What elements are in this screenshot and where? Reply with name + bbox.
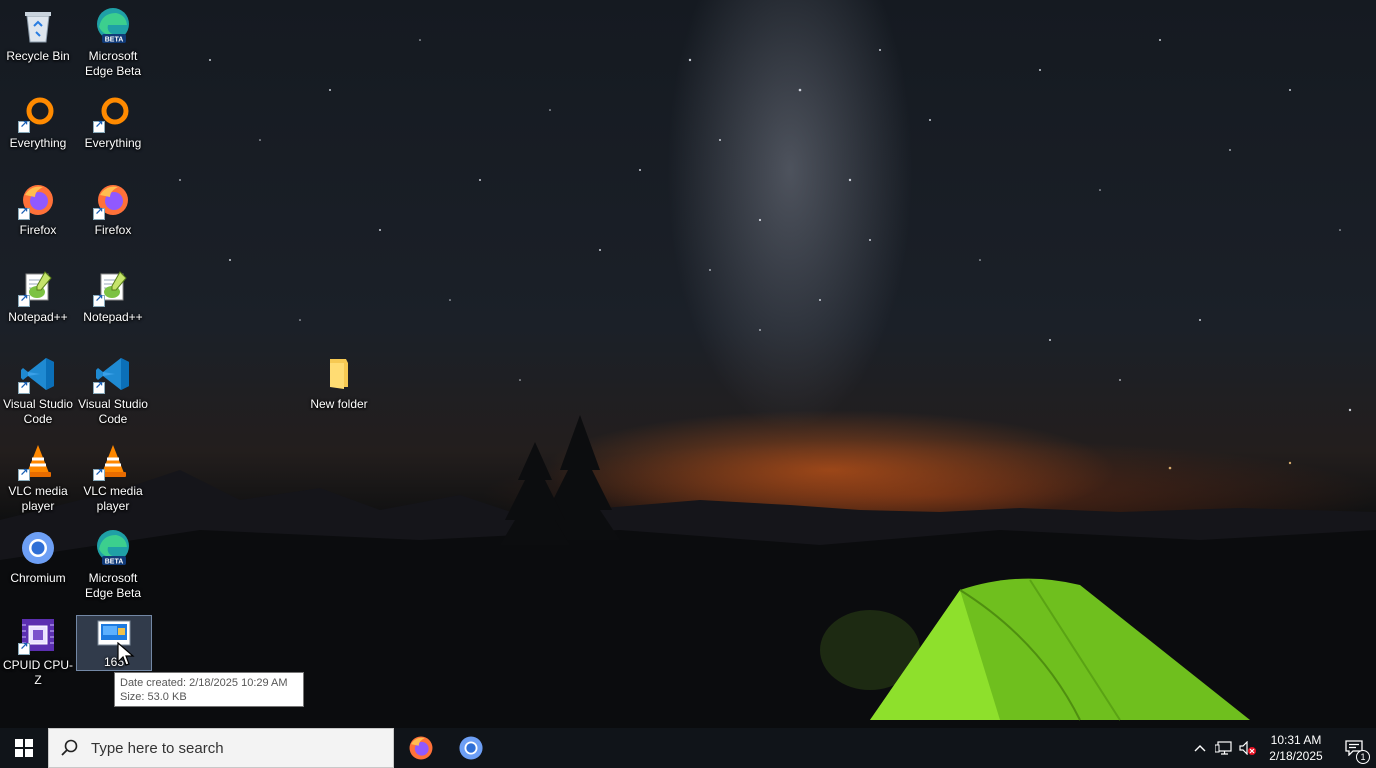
notepadpp-icon	[93, 267, 133, 307]
desktop-icon-label: New folder	[310, 397, 368, 411]
desktop-icon-label: VLC media player	[8, 484, 68, 513]
action-center-button[interactable]: 1	[1332, 728, 1376, 768]
taskbar-chromium-button[interactable]	[446, 728, 496, 768]
desktop-icon-label: VLC media player	[83, 484, 143, 513]
volume-button[interactable]	[1236, 728, 1260, 768]
network-button[interactable]	[1212, 728, 1236, 768]
taskbar-clock[interactable]: 10:31 AM 2/18/2025	[1260, 732, 1332, 764]
search-icon	[61, 739, 78, 756]
desktop-icon-label: Visual Studio Code	[3, 397, 73, 426]
desktop-icon-everything-2[interactable]: Everything	[75, 93, 151, 151]
desktop-icon-label: Recycle Bin	[6, 49, 70, 63]
file-info-tooltip: Date created: 2/18/2025 10:29 AM Size: 5…	[114, 672, 304, 707]
desktop-icon-label: Everything	[84, 136, 142, 150]
firefox-icon	[409, 736, 433, 760]
shortcut-arrow-icon	[18, 293, 30, 307]
shortcut-arrow-icon	[18, 467, 30, 481]
folder-icon	[319, 354, 359, 394]
desktop-icon-notepadpp[interactable]: Notepad++	[0, 267, 76, 325]
mouse-cursor-icon	[117, 641, 135, 673]
start-button[interactable]	[0, 728, 48, 768]
desktop-icon-everything[interactable]: Everything	[0, 93, 76, 151]
desktop-icon-edge-beta[interactable]: BETA Microsoft Edge Beta	[75, 6, 151, 79]
shortcut-arrow-icon	[93, 293, 105, 307]
shortcut-arrow-icon	[93, 467, 105, 481]
clock-date: 2/18/2025	[1269, 749, 1323, 763]
clock-time: 10:31 AM	[1270, 733, 1322, 747]
desktop-icon-label: Notepad++	[8, 310, 68, 324]
desktop-icon-chromium[interactable]: Chromium	[0, 528, 76, 586]
taskbar-search-box[interactable]: Type here to search	[48, 728, 394, 768]
svg-text:BETA: BETA	[105, 37, 124, 44]
chromium-icon	[459, 736, 483, 760]
desktop-wallpaper	[0, 0, 1376, 728]
desktop-icon-label: Microsoft Edge Beta	[84, 49, 142, 78]
firefox-icon	[18, 180, 58, 220]
show-hidden-icons-button[interactable]	[1188, 728, 1212, 768]
svg-text:BETA: BETA	[105, 559, 124, 566]
desktop-icon-new-folder[interactable]: New folder	[301, 354, 377, 412]
desktop-icon-firefox[interactable]: Firefox	[0, 180, 76, 238]
notepadpp-icon	[18, 267, 58, 307]
desktop-icon-notepadpp-2[interactable]: Notepad++	[75, 267, 151, 325]
vlc-icon	[93, 441, 133, 481]
desktop-icon-label: Chromium	[10, 571, 66, 585]
desktop-icon-vlc[interactable]: VLC media player	[0, 441, 76, 514]
desktop-icon-label: Notepad++	[83, 310, 143, 324]
taskbar-firefox-button[interactable]	[396, 728, 446, 768]
system-tray: 10:31 AM 2/18/2025 1	[1188, 728, 1376, 768]
search-placeholder: Type here to search	[91, 739, 224, 757]
recycle-bin-icon	[18, 6, 58, 46]
shortcut-arrow-icon	[18, 380, 30, 394]
desktop-icon-cpuz[interactable]: CPUID CPU-Z	[0, 615, 76, 688]
shortcut-arrow-icon	[18, 206, 30, 220]
edge-beta-icon: BETA	[93, 528, 133, 568]
tooltip-date-created: Date created: 2/18/2025 10:29 AM	[120, 677, 288, 689]
desktop-icon-label: Microsoft Edge Beta	[84, 571, 142, 600]
desktop-icon-vscode[interactable]: Visual Studio Code	[0, 354, 76, 427]
everything-icon	[18, 93, 58, 133]
tooltip-size: Size: 53.0 KB	[120, 691, 187, 703]
desktop-icon-label: Everything	[9, 136, 67, 150]
volume-muted-icon	[1239, 741, 1256, 755]
wallpaper-scene	[0, 39, 1376, 728]
everything-icon	[93, 93, 133, 133]
desktop-icon-label: Visual Studio Code	[78, 397, 148, 426]
vscode-icon	[93, 354, 133, 394]
firefox-icon	[93, 180, 133, 220]
network-icon	[1215, 741, 1232, 755]
cpuz-icon	[18, 615, 58, 655]
windows-logo-icon	[15, 739, 33, 757]
desktop-icon-label: Firefox	[94, 223, 132, 237]
vscode-icon	[18, 354, 58, 394]
chevron-up-icon	[1194, 745, 1206, 752]
shortcut-arrow-icon	[18, 641, 30, 655]
edge-beta-icon: BETA	[93, 6, 133, 46]
shortcut-arrow-icon	[18, 119, 30, 133]
desktop-icon-edge-beta-2[interactable]: BETA Microsoft Edge Beta	[75, 528, 151, 601]
desktop-icon-label: CPUID CPU-Z	[2, 658, 73, 687]
desktop-icon-label: Firefox	[19, 223, 57, 237]
taskbar: Type here to search 10:31 AM 2/18/2025 1	[0, 728, 1376, 768]
desktop-icon-firefox-2[interactable]: Firefox	[75, 180, 151, 238]
desktop-icon-vlc-2[interactable]: VLC media player	[75, 441, 151, 514]
desktop-icon-recycle-bin[interactable]: Recycle Bin	[0, 6, 76, 64]
chromium-icon	[18, 528, 58, 568]
shortcut-arrow-icon	[93, 380, 105, 394]
desktop-icon-vscode-2[interactable]: Visual Studio Code	[75, 354, 151, 427]
notification-count-badge: 1	[1356, 750, 1370, 764]
desktop-icon-image-file[interactable]: 165	[76, 615, 152, 671]
shortcut-arrow-icon	[93, 119, 105, 133]
shortcut-arrow-icon	[93, 206, 105, 220]
pine-trees	[500, 415, 620, 545]
vlc-icon	[18, 441, 58, 481]
